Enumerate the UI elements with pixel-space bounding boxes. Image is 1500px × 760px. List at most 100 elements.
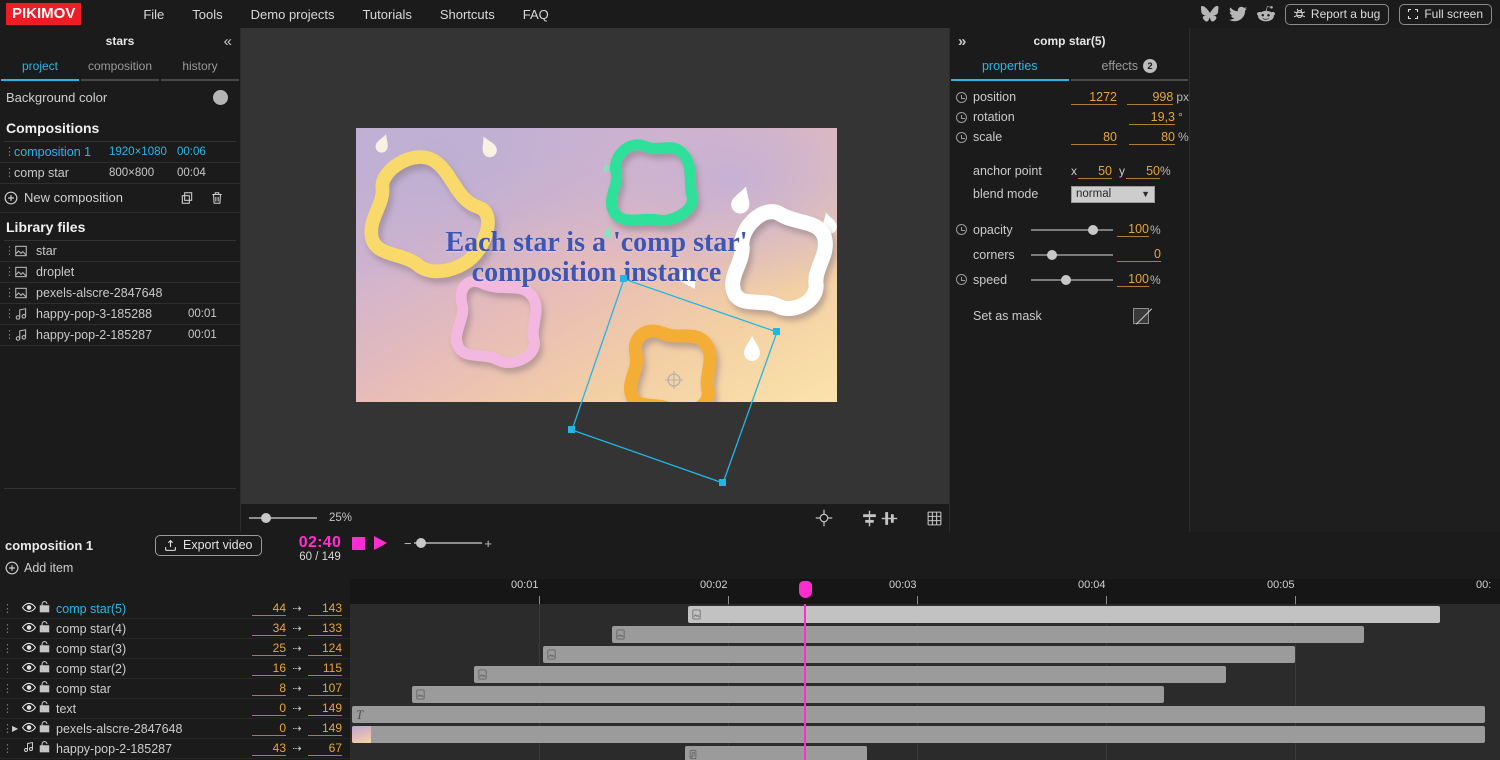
tab-effects[interactable]: effects 2 [1070,55,1188,81]
layer-start-frame[interactable]: 44 [252,601,286,616]
corners-input[interactable]: 0 [1117,247,1161,262]
lock-icon[interactable] [39,661,51,676]
app-logo[interactable]: PIKIMOV [6,3,82,25]
keyframe-clock-icon[interactable] [956,131,967,143]
visibility-eye-icon[interactable] [21,622,37,636]
drag-handle-icon[interactable]: ⋮ [2,643,13,654]
audio-note-icon[interactable] [22,741,36,756]
lock-icon[interactable] [39,601,51,616]
speed-input[interactable]: 100 [1117,272,1149,287]
opacity-slider-knob[interactable] [1088,224,1098,235]
visibility-eye-icon[interactable] [21,722,37,736]
rotation-input[interactable]: 19,3 [1129,110,1175,125]
drag-handle-icon[interactable]: ⋮ [4,267,15,278]
tab-history[interactable]: history [161,55,239,81]
new-composition-button[interactable]: New composition [0,184,240,213]
layer-start-frame[interactable]: 16 [252,661,286,676]
timeline-layer-row[interactable]: ⋮ comp star 8 ⇢ 107 [0,679,350,699]
layer-end-frame[interactable]: 149 [308,721,342,736]
layer-start-frame[interactable]: 0 [252,701,286,716]
tab-properties[interactable]: properties [951,55,1069,81]
lock-icon[interactable] [39,621,51,636]
tab-composition[interactable]: composition [81,55,159,81]
drag-handle-icon[interactable]: ⋮ [4,309,15,320]
lock-icon[interactable] [39,681,51,696]
bluesky-icon[interactable] [1200,5,1219,23]
timeline-layer-row[interactable]: ⋮ comp star(2) 16 ⇢ 115 [0,659,350,679]
visibility-eye-icon[interactable] [21,662,37,676]
timeline-zoom-knob[interactable] [416,538,426,548]
library-item[interactable]: ⋮ pexels-alscre-2847648 [0,283,240,304]
visibility-eye-icon[interactable] [21,602,37,616]
timeline-zoom-slider[interactable]: − + [404,536,492,551]
keyframe-clock-icon[interactable] [956,224,967,235]
blend-mode-select[interactable]: normal ▼ [1071,185,1155,203]
background-color-swatch[interactable] [213,90,228,105]
library-item[interactable]: ⋮ droplet [0,262,240,283]
menu-item-demo-projects[interactable]: Demo projects [237,3,349,26]
timeline-layer-row[interactable]: ⋮ comp star(4) 34 ⇢ 133 [0,619,350,639]
playhead-handle[interactable] [798,581,812,598]
drag-handle-icon[interactable]: ⋮ [2,603,13,614]
drag-handle-icon[interactable]: ⋮ [2,703,13,714]
keyframe-clock-icon[interactable] [956,274,967,285]
timeline-ruler[interactable]: 00:01 00:02 00:03 00:04 00:05 00: [350,579,1500,604]
canvas-viewport[interactable]: Each star is a 'comp star' composition i… [241,28,949,532]
speed-slider[interactable] [1031,274,1113,286]
timeline-layer-row[interactable]: ⋮ comp star(5) 44 ⇢ 143 [0,599,350,619]
corners-slider-knob[interactable] [1047,249,1057,260]
timeline-clip[interactable] [474,666,1226,683]
stop-button[interactable] [352,536,365,550]
anchor-x-input[interactable]: 50 [1078,164,1112,179]
layer-start-frame[interactable]: 43 [252,741,286,756]
collapse-left-panel-icon[interactable]: « [224,33,232,50]
drag-handle-icon[interactable]: ⋮ [4,330,15,341]
drag-handle-icon[interactable]: ⋮ [4,168,15,179]
position-y-input[interactable]: 998 [1127,90,1174,105]
zoom-slider-knob[interactable] [261,513,271,523]
drag-handle-icon[interactable]: ⋮ [2,683,13,694]
selection-handle-bl[interactable] [568,426,575,433]
grid-icon[interactable] [926,510,943,527]
corners-slider[interactable] [1031,249,1113,261]
align-horizontal-icon[interactable] [881,510,898,527]
canvas-zoom-slider[interactable] [249,512,317,524]
expand-right-panel-icon[interactable]: » [958,33,966,50]
timeline-clip[interactable] [352,726,1485,743]
layer-end-frame[interactable]: 107 [308,681,342,696]
timeline-clip[interactable] [612,626,1364,643]
speed-slider-knob[interactable] [1061,274,1071,285]
align-vertical-icon[interactable] [861,510,878,527]
opacity-slider[interactable] [1031,224,1113,236]
duplicate-icon[interactable] [180,191,194,205]
lock-icon[interactable] [39,701,51,716]
layer-end-frame[interactable]: 143 [308,601,342,616]
layer-start-frame[interactable]: 8 [252,681,286,696]
expand-arrow-icon[interactable]: ▶ [12,724,22,733]
reddit-icon[interactable] [1256,5,1275,23]
timeline-layer-row[interactable]: ⋮ comp star(3) 25 ⇢ 124 [0,639,350,659]
visibility-eye-icon[interactable] [21,702,37,716]
full-screen-button[interactable]: Full screen [1399,3,1492,25]
opacity-input[interactable]: 100 [1117,222,1149,237]
anchor-y-input[interactable]: 50 [1126,164,1160,179]
visibility-eye-icon[interactable] [21,642,37,656]
zoom-in-icon[interactable]: + [484,536,492,551]
timeline-layer-row[interactable]: ⋮ text 0 ⇢ 149 [0,699,350,719]
timeline-clip[interactable] [685,746,867,760]
layer-start-frame[interactable]: 25 [252,641,286,656]
set-as-mask-checkbox[interactable] [1133,308,1149,324]
twitter-icon[interactable] [1228,5,1247,23]
composition-row[interactable]: ⋮ comp star 800×800 00:04 [0,163,240,184]
position-x-input[interactable]: 1272 [1071,90,1117,105]
menu-item-file[interactable]: File [129,3,178,26]
library-item[interactable]: ⋮ happy-pop-3-185288 00:01 [0,304,240,325]
layer-end-frame[interactable]: 67 [308,741,342,756]
export-video-button[interactable]: Export video [155,535,263,556]
drag-handle-icon[interactable]: ⋮ [2,623,13,634]
layer-start-frame[interactable]: 34 [252,621,286,636]
layer-end-frame[interactable]: 115 [308,661,342,676]
add-item-button[interactable]: Add item [0,558,1500,579]
menu-item-tutorials[interactable]: Tutorials [348,3,425,26]
keyframe-clock-icon[interactable] [956,91,967,103]
